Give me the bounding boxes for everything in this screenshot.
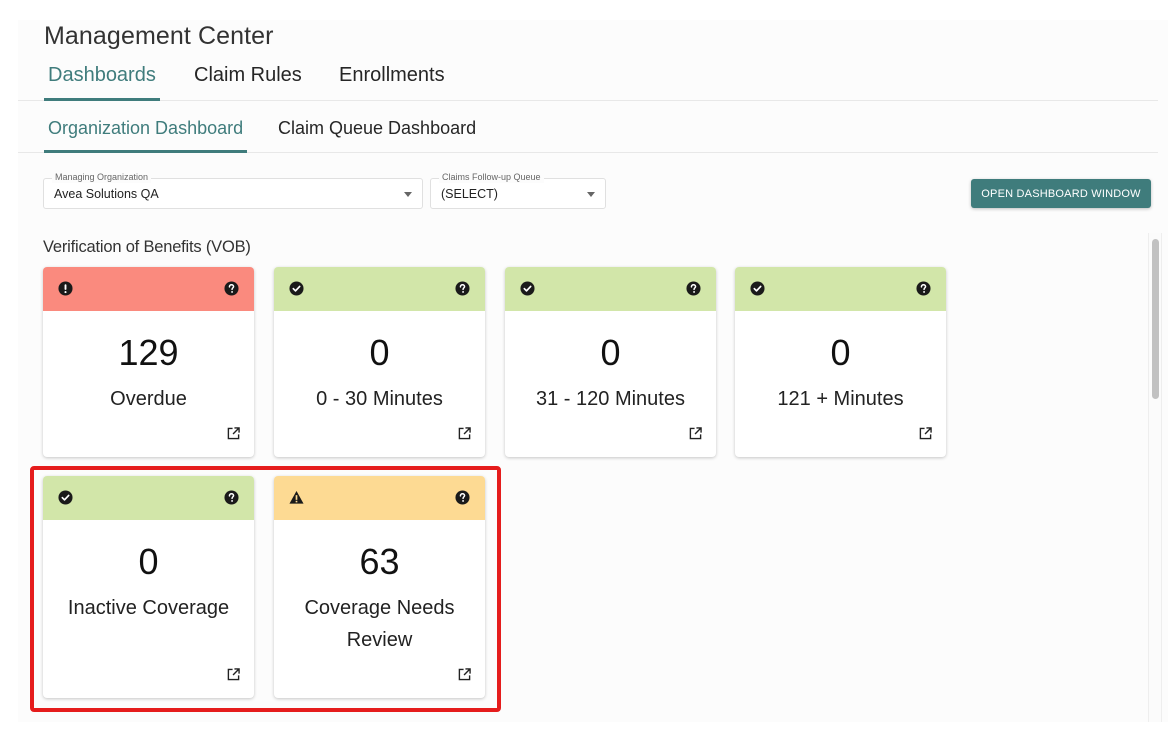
- open-in-new-icon[interactable]: [227, 668, 240, 681]
- claims-followup-queue-select[interactable]: Claims Follow-up Queue (SELECT): [430, 172, 606, 209]
- card-label: Coverage Needs Review: [304, 597, 455, 651]
- check-circle-icon: [750, 281, 765, 296]
- vob-card-31-120-minutes[interactable]: 0 31 - 120 Minutes: [505, 267, 716, 457]
- help-icon[interactable]: [224, 490, 239, 505]
- claims-followup-queue-label: Claims Follow-up Queue: [439, 172, 544, 183]
- help-icon[interactable]: [455, 490, 470, 505]
- check-circle-icon: [58, 490, 73, 505]
- open-dashboard-window-button[interactable]: OPEN DASHBOARD WINDOW: [971, 179, 1151, 208]
- card-status-header: [274, 476, 485, 520]
- scrollbar-thumb[interactable]: [1152, 239, 1159, 399]
- card-label: Overdue: [110, 388, 187, 410]
- card-count: 63: [359, 541, 400, 582]
- vob-card-overdue[interactable]: 129 Overdue: [43, 267, 254, 457]
- card-label: 31 - 120 Minutes: [536, 388, 685, 410]
- tab-dashboards[interactable]: Dashboards: [44, 64, 160, 101]
- open-in-new-icon[interactable]: [227, 427, 240, 440]
- chevron-down-icon: [404, 192, 412, 197]
- card-label: 0 - 30 Minutes: [316, 388, 443, 410]
- alert-circle-icon: [58, 281, 73, 296]
- vob-card-121-minutes[interactable]: 0 121 + Minutes: [735, 267, 946, 457]
- vob-card-inactive-coverage[interactable]: 0 Inactive Coverage: [43, 476, 254, 698]
- scrollbar[interactable]: [1148, 233, 1162, 722]
- help-icon[interactable]: [686, 281, 701, 296]
- main-tabs: Dashboards Claim Rules Enrollments: [18, 64, 1158, 101]
- managing-organization-label: Managing Organization: [52, 172, 152, 183]
- card-count: 0: [138, 541, 159, 582]
- vob-card-coverage-needs-review[interactable]: 63 Coverage Needs Review: [274, 476, 485, 698]
- card-count: 0: [369, 332, 390, 373]
- tab-enrollments[interactable]: Enrollments: [335, 64, 449, 100]
- section-title: Verification of Benefits (VOB): [43, 238, 251, 256]
- open-in-new-icon[interactable]: [458, 668, 471, 681]
- card-status-header: [735, 267, 946, 311]
- vob-card-0-30-minutes[interactable]: 0 0 - 30 Minutes: [274, 267, 485, 457]
- chevron-down-icon: [587, 192, 595, 197]
- card-count: 0: [600, 332, 621, 373]
- warning-triangle-icon: [289, 490, 304, 504]
- card-count: 129: [118, 332, 179, 373]
- open-in-new-icon[interactable]: [689, 427, 702, 440]
- tab-organization-dashboard[interactable]: Organization Dashboard: [44, 118, 248, 153]
- card-status-header: [43, 476, 254, 520]
- page-title: Management Center: [44, 22, 274, 50]
- card-label: 121 + Minutes: [777, 388, 904, 410]
- card-status-header: [43, 267, 254, 311]
- management-center-page: Management Center Dashboards Claim Rules…: [18, 20, 1168, 722]
- help-icon[interactable]: [455, 281, 470, 296]
- help-icon[interactable]: [224, 281, 239, 296]
- card-status-header: [274, 267, 485, 311]
- check-circle-icon: [520, 281, 535, 296]
- managing-organization-select[interactable]: Managing Organization Avea Solutions QA: [43, 172, 423, 209]
- card-count: 0: [830, 332, 851, 373]
- open-in-new-icon[interactable]: [458, 427, 471, 440]
- check-circle-icon: [289, 281, 304, 296]
- tab-claim-rules[interactable]: Claim Rules: [190, 64, 306, 100]
- sub-tabs: Organization Dashboard Claim Queue Dashb…: [18, 118, 1158, 153]
- card-label: Inactive Coverage: [67, 597, 230, 619]
- card-status-header: [505, 267, 716, 311]
- managing-organization-value: Avea Solutions QA: [54, 187, 159, 201]
- help-icon[interactable]: [916, 281, 931, 296]
- open-in-new-icon[interactable]: [919, 427, 932, 440]
- claims-followup-queue-value: (SELECT): [441, 187, 498, 201]
- tab-claim-queue-dashboard[interactable]: Claim Queue Dashboard: [274, 118, 480, 152]
